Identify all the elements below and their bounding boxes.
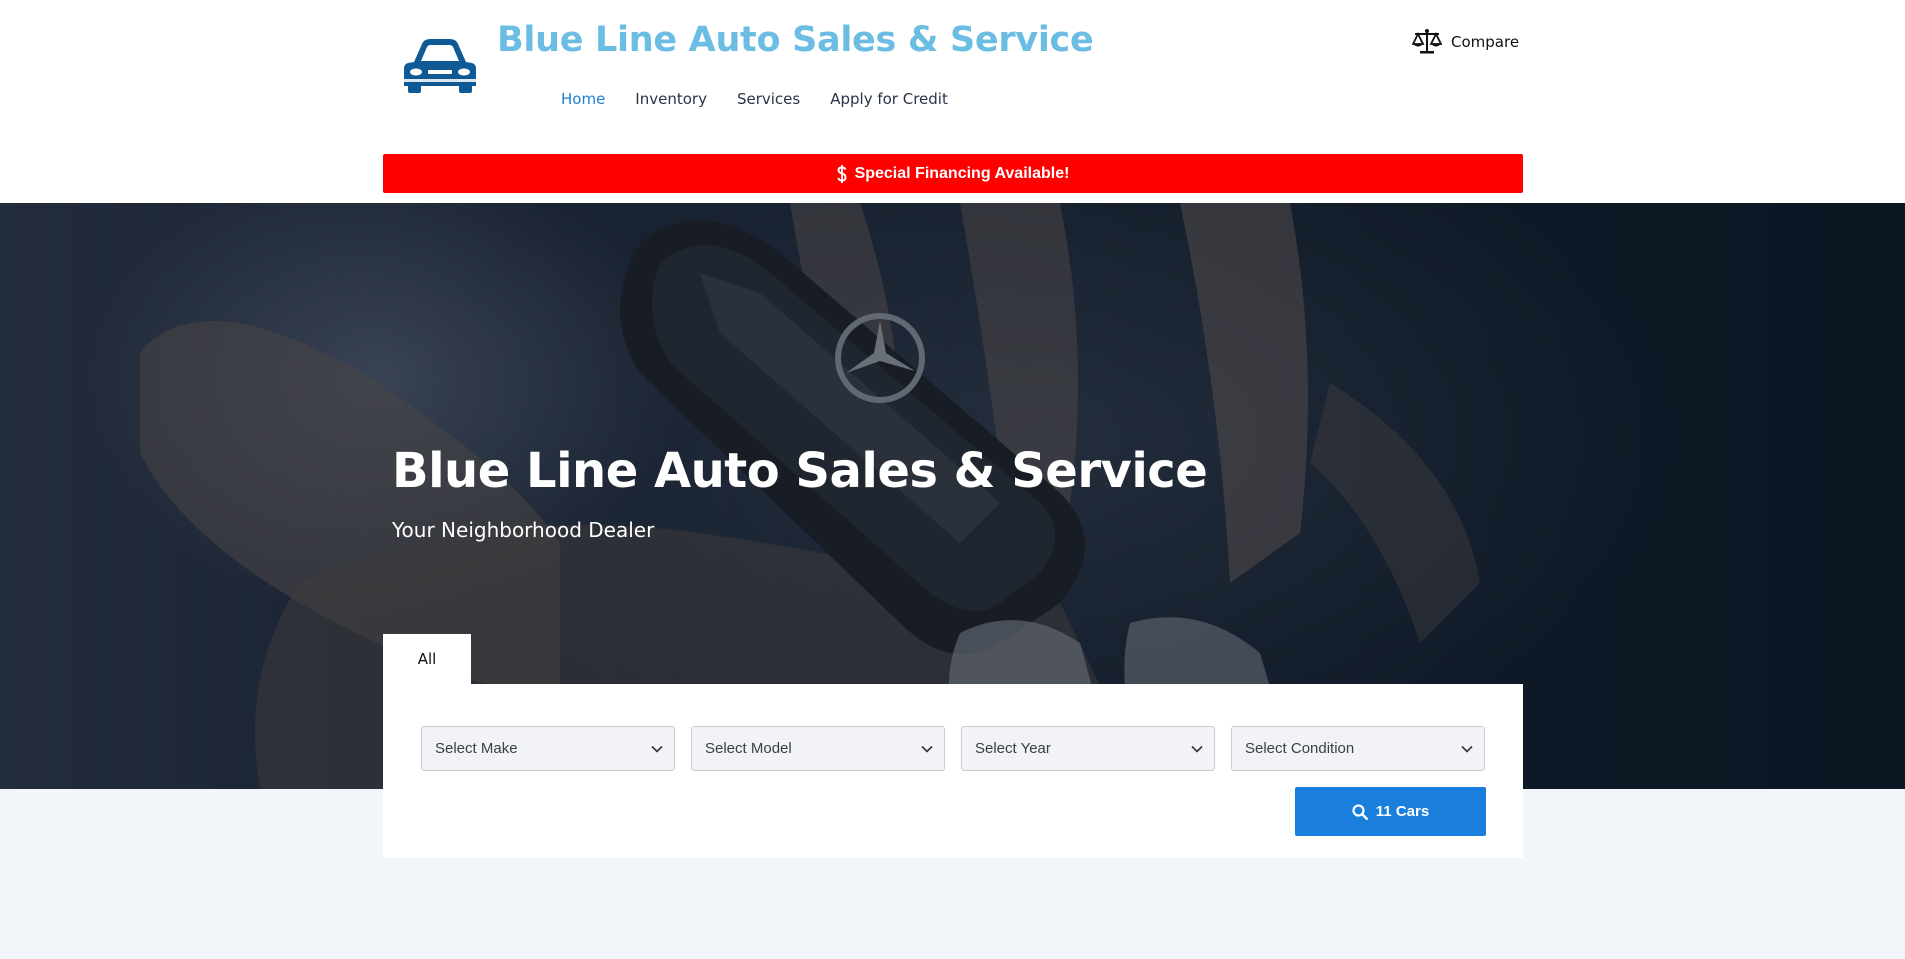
hero-title: Blue Line Auto Sales & Service <box>392 443 1208 499</box>
vehicle-search-panel: Select Make Select Model Select Year Sel… <box>383 684 1523 858</box>
chevron-down-icon <box>651 745 663 753</box>
make-select[interactable]: Select Make <box>421 726 675 771</box>
model-select-value: Select Model <box>705 740 792 757</box>
main-nav: Home Inventory Services Apply for Credit <box>561 90 948 108</box>
promo-text: Special Financing Available! <box>854 164 1070 182</box>
year-select[interactable]: Select Year <box>961 726 1215 771</box>
search-button[interactable]: 11 Cars <box>1295 787 1486 836</box>
tab-all[interactable]: All <box>383 634 471 684</box>
nav-item-inventory[interactable]: Inventory <box>635 90 707 108</box>
nav-item-home[interactable]: Home <box>561 90 605 108</box>
model-select[interactable]: Select Model <box>691 726 945 771</box>
car-icon[interactable] <box>402 36 478 94</box>
compare-button[interactable]: Compare <box>1412 28 1519 56</box>
nav-item-apply-for-credit[interactable]: Apply for Credit <box>830 90 948 108</box>
search-button-label: 11 Cars <box>1375 803 1430 820</box>
chevron-down-icon <box>1461 745 1473 753</box>
chevron-down-icon <box>921 745 933 753</box>
nav-item-services[interactable]: Services <box>737 90 800 108</box>
hero-subtitle: Your Neighborhood Dealer <box>392 518 655 542</box>
site-title[interactable]: Blue Line Auto Sales & Service <box>497 20 1094 60</box>
compare-label: Compare <box>1451 33 1520 51</box>
site-header: Blue Line Auto Sales & Service Home Inve… <box>0 0 1905 203</box>
search-icon <box>1352 803 1368 820</box>
promo-banner[interactable]: Special Financing Available! <box>383 154 1523 193</box>
condition-select-value: Select Condition <box>1245 740 1355 757</box>
scale-icon <box>1412 29 1442 54</box>
dollar-icon <box>836 164 847 183</box>
year-select-value: Select Year <box>975 740 1051 757</box>
condition-select[interactable]: Select Condition <box>1231 726 1485 771</box>
chevron-down-icon <box>1191 745 1203 753</box>
make-select-value: Select Make <box>435 740 518 757</box>
